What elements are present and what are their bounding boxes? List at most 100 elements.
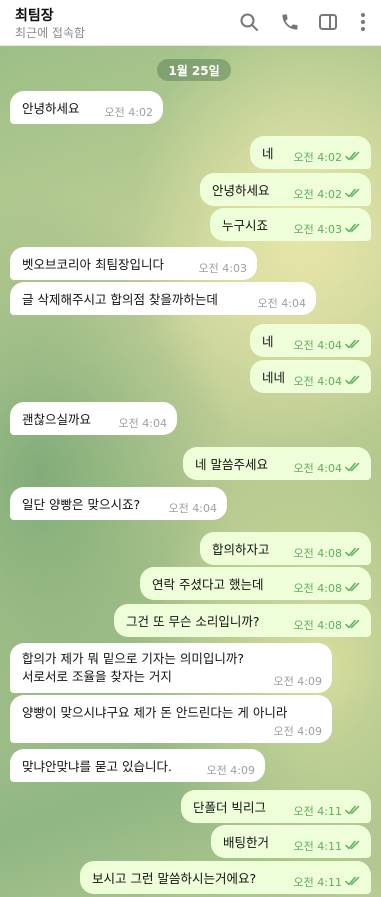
message-meta: 오전 4:04 bbox=[258, 295, 306, 311]
outgoing-message[interactable]: 네 말씀주세요 오전 4:04 bbox=[183, 447, 371, 480]
incoming-message[interactable]: 글 삭제해주시고 합의점 찾을까하는데 오전 4:04 bbox=[10, 282, 316, 315]
message-meta: 오전 4:08 bbox=[294, 617, 361, 633]
message-time: 오전 4:11 bbox=[293, 876, 342, 889]
message-text: 연락 주셨다고 했는데 bbox=[152, 577, 264, 592]
read-check-icon bbox=[345, 151, 361, 164]
message-text: 배팅한거 bbox=[223, 835, 270, 850]
message-meta: 오전 4:02 bbox=[294, 149, 361, 165]
message-list[interactable]: 1월 25일 안녕하세요 오전 4:02 네 오전 4:02 안녕하세요 오전 4:02 누… bbox=[0, 46, 381, 897]
message-meta: 오전 4:04 bbox=[294, 337, 361, 353]
message-time: 오전 4:04 bbox=[293, 462, 342, 475]
message-meta: 오전 4:09 bbox=[274, 673, 322, 689]
message-time: 오전 4:04 bbox=[118, 417, 167, 430]
message-text: 양빵이 맞으시냐구요 제가 돈 안드린다는 게 아니라 bbox=[22, 705, 288, 720]
chat-header: 최팀장 최근에 접속함 bbox=[0, 0, 381, 46]
message-meta: 오전 4:02 bbox=[294, 186, 361, 202]
last-seen-status: 최근에 접속함 bbox=[15, 26, 86, 40]
message-time: 오전 4:09 bbox=[273, 675, 322, 688]
message-time: 오전 4:04 bbox=[293, 339, 342, 352]
message-time: 오전 4:02 bbox=[293, 188, 342, 201]
outgoing-message[interactable]: 보시고 그런 말씀하시는거에요? 오전 4:11 bbox=[80, 861, 371, 894]
outgoing-message[interactable]: 네 오전 4:04 bbox=[250, 324, 371, 357]
read-check-icon bbox=[345, 462, 361, 475]
message-time: 오전 4:02 bbox=[104, 106, 153, 119]
incoming-message[interactable]: 양빵이 맞으시냐구요 제가 돈 안드린다는 게 아니라오전 4:09 bbox=[10, 695, 332, 743]
incoming-message[interactable]: 벳오브코리아 최팀장입니다 오전 4:03 bbox=[10, 247, 257, 280]
outgoing-message[interactable]: 그건 또 무슨 소리입니까? 오전 4:08 bbox=[114, 604, 371, 637]
message-time: 오전 4:08 bbox=[293, 582, 342, 595]
more-options-icon[interactable] bbox=[351, 10, 375, 34]
message-meta: 오전 4:11 bbox=[294, 874, 361, 890]
message-meta: 오전 4:03 bbox=[294, 221, 361, 237]
incoming-message[interactable]: 합의가 제가 뭐 밑으로 기자는 의미입니까? 서로서로 조율을 찾자는 거지오… bbox=[10, 643, 332, 693]
message-text: 글 삭제해주시고 합의점 찾을까하는데 bbox=[22, 292, 218, 307]
message-text: 합의가 제가 뭐 밑으로 기자는 의미입니까? 서로서로 조율을 찾자는 거지 bbox=[22, 651, 245, 684]
outgoing-message[interactable]: 네 오전 4:02 bbox=[250, 136, 371, 169]
message-meta: 오전 4:11 bbox=[294, 803, 361, 819]
message-text: 누구시죠 bbox=[222, 218, 269, 233]
message-time: 오전 4:02 bbox=[293, 151, 342, 164]
message-meta: 오전 4:04 bbox=[294, 460, 361, 476]
outgoing-message[interactable]: 배팅한거 오전 4:11 bbox=[211, 825, 371, 858]
message-meta: 오전 4:04 bbox=[119, 415, 167, 431]
message-text: 안녕하세요 bbox=[22, 101, 80, 116]
contact-name[interactable]: 최팀장 bbox=[15, 5, 54, 25]
read-check-icon bbox=[345, 805, 361, 818]
date-separator: 1월 25일 bbox=[157, 59, 231, 81]
search-icon[interactable] bbox=[237, 10, 261, 34]
message-time: 오전 4:03 bbox=[293, 223, 342, 236]
message-text: 합의하자고 bbox=[212, 542, 270, 557]
message-meta: 오전 4:11 bbox=[294, 838, 361, 854]
read-check-icon bbox=[345, 547, 361, 560]
message-text: 맞냐안맞냐를 묻고 있습니다. bbox=[22, 759, 172, 774]
outgoing-message[interactable]: 네네 오전 4:04 bbox=[250, 360, 371, 393]
message-time: 오전 4:11 bbox=[293, 805, 342, 818]
message-time: 오전 4:08 bbox=[293, 619, 342, 632]
message-meta: 오전 4:04 bbox=[169, 500, 217, 516]
incoming-message[interactable]: 맞냐안맞냐를 묻고 있습니다. 오전 4:09 bbox=[10, 749, 265, 782]
message-text: 괜찮으실까요 bbox=[22, 412, 92, 427]
message-time: 오전 4:11 bbox=[293, 840, 342, 853]
outgoing-message[interactable]: 연락 주셨다고 했는데 오전 4:08 bbox=[140, 567, 371, 600]
message-text: 네 bbox=[262, 334, 274, 349]
outgoing-message[interactable]: 안녕하세요 오전 4:02 bbox=[200, 173, 371, 206]
message-time: 오전 4:09 bbox=[273, 725, 322, 738]
incoming-message[interactable]: 일단 양빵은 맞으시죠? 오전 4:04 bbox=[10, 487, 227, 520]
read-check-icon bbox=[345, 619, 361, 632]
incoming-message[interactable]: 괜찮으실까요 오전 4:04 bbox=[10, 402, 177, 435]
message-text: 보시고 그런 말씀하시는거에요? bbox=[92, 871, 257, 886]
message-time: 오전 4:04 bbox=[257, 297, 306, 310]
incoming-message[interactable]: 안녕하세요 오전 4:02 bbox=[10, 91, 163, 124]
message-meta: 오전 4:04 bbox=[294, 373, 361, 389]
outgoing-message[interactable]: 단폴더 빅리그 오전 4:11 bbox=[181, 790, 371, 823]
message-text: 일단 양빵은 맞으시죠? bbox=[22, 497, 141, 512]
read-check-icon bbox=[345, 375, 361, 388]
read-check-icon bbox=[345, 188, 361, 201]
message-text: 안녕하세요 bbox=[212, 183, 270, 198]
message-meta: 오전 4:08 bbox=[294, 580, 361, 596]
read-check-icon bbox=[345, 582, 361, 595]
outgoing-message[interactable]: 합의하자고 오전 4:08 bbox=[200, 532, 371, 565]
message-time: 오전 4:09 bbox=[206, 764, 255, 777]
message-time: 오전 4:04 bbox=[168, 502, 217, 515]
message-time: 오전 4:04 bbox=[293, 375, 342, 388]
phone-icon[interactable] bbox=[278, 10, 302, 34]
message-text: 그건 또 무슨 소리입니까? bbox=[126, 614, 260, 629]
message-text: 네 bbox=[262, 146, 274, 161]
message-meta: 오전 4:03 bbox=[199, 260, 247, 276]
message-meta: 오전 4:02 bbox=[105, 104, 153, 120]
read-check-icon bbox=[345, 840, 361, 853]
sidebar-toggle-icon[interactable] bbox=[316, 10, 340, 34]
read-check-icon bbox=[345, 223, 361, 236]
message-time: 오전 4:03 bbox=[198, 262, 247, 275]
message-meta: 오전 4:09 bbox=[274, 723, 322, 739]
message-text: 벳오브코리아 최팀장입니다 bbox=[22, 257, 164, 272]
message-meta: 오전 4:08 bbox=[294, 545, 361, 561]
read-check-icon bbox=[345, 876, 361, 889]
outgoing-message[interactable]: 누구시죠 오전 4:03 bbox=[210, 208, 371, 241]
message-text: 네 말씀주세요 bbox=[195, 457, 268, 472]
message-text: 네네 bbox=[262, 370, 286, 385]
message-time: 오전 4:08 bbox=[293, 547, 342, 560]
message-text: 단폴더 빅리그 bbox=[193, 800, 266, 815]
read-check-icon bbox=[345, 339, 361, 352]
